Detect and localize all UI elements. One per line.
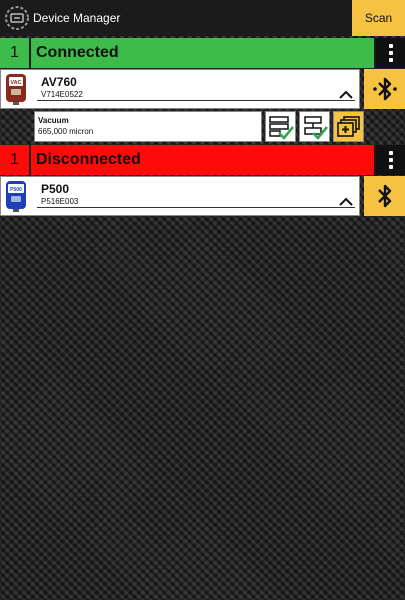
add-window-icon <box>336 115 360 137</box>
device-serial: V714E0522 <box>41 90 83 99</box>
connected-overflow-menu-icon[interactable] <box>374 38 405 68</box>
disconnected-label: Disconnected <box>36 151 141 168</box>
vac-icon-text: VAC <box>10 80 21 86</box>
chevron-up-icon[interactable] <box>339 87 353 99</box>
connected-count: 1 <box>0 38 31 68</box>
data-log-check-button[interactable] <box>265 111 296 142</box>
bluetooth-connected-icon <box>372 77 397 101</box>
reading-value: 665,000 micron <box>38 127 94 136</box>
bluetooth-button[interactable] <box>364 176 405 216</box>
device-manager-logo-icon <box>2 3 32 33</box>
pressure-gauge-icon: P500 <box>1 177 31 215</box>
device-card[interactable]: P500 P500 P516E003 <box>0 176 360 216</box>
disconnected-overflow-menu-icon[interactable] <box>374 145 405 175</box>
connected-section-header: 1 Connected <box>0 38 405 68</box>
divider <box>37 100 355 101</box>
readings-row: Vacuum 665,000 micron <box>34 111 364 142</box>
scan-button[interactable]: Scan <box>352 0 405 36</box>
sensor-settings-check-button[interactable] <box>299 111 330 142</box>
device-name: AV760 <box>41 75 77 89</box>
sensor-settings-check-icon <box>303 115 328 140</box>
add-reading-button[interactable] <box>333 111 364 142</box>
connected-label: Connected <box>36 44 119 61</box>
device-serial: P516E003 <box>41 197 79 206</box>
device-row-p500: P500 P500 P516E003 <box>0 176 405 216</box>
device-row-av760: VAC AV760 V714E0522 <box>0 69 405 109</box>
p500-icon-text: P500 <box>10 187 22 193</box>
vacuum-gauge-icon: VAC <box>1 70 31 108</box>
app-bar: Device Manager Scan <box>0 0 405 36</box>
chevron-up-icon[interactable] <box>339 194 353 206</box>
device-name: P500 <box>41 182 70 196</box>
divider <box>37 207 355 208</box>
datalog-check-icon <box>268 115 294 140</box>
reading-tile-vacuum[interactable]: Vacuum 665,000 micron <box>34 111 262 142</box>
bluetooth-icon <box>377 184 391 208</box>
disconnected-count: 1 <box>0 145 31 175</box>
device-card[interactable]: VAC AV760 V714E0522 <box>0 69 360 109</box>
bluetooth-connected-button[interactable] <box>364 69 405 109</box>
page-title: Device Manager <box>33 11 121 25</box>
reading-label: Vacuum <box>38 116 69 125</box>
disconnected-section-header: 1 Disconnected <box>0 145 405 175</box>
